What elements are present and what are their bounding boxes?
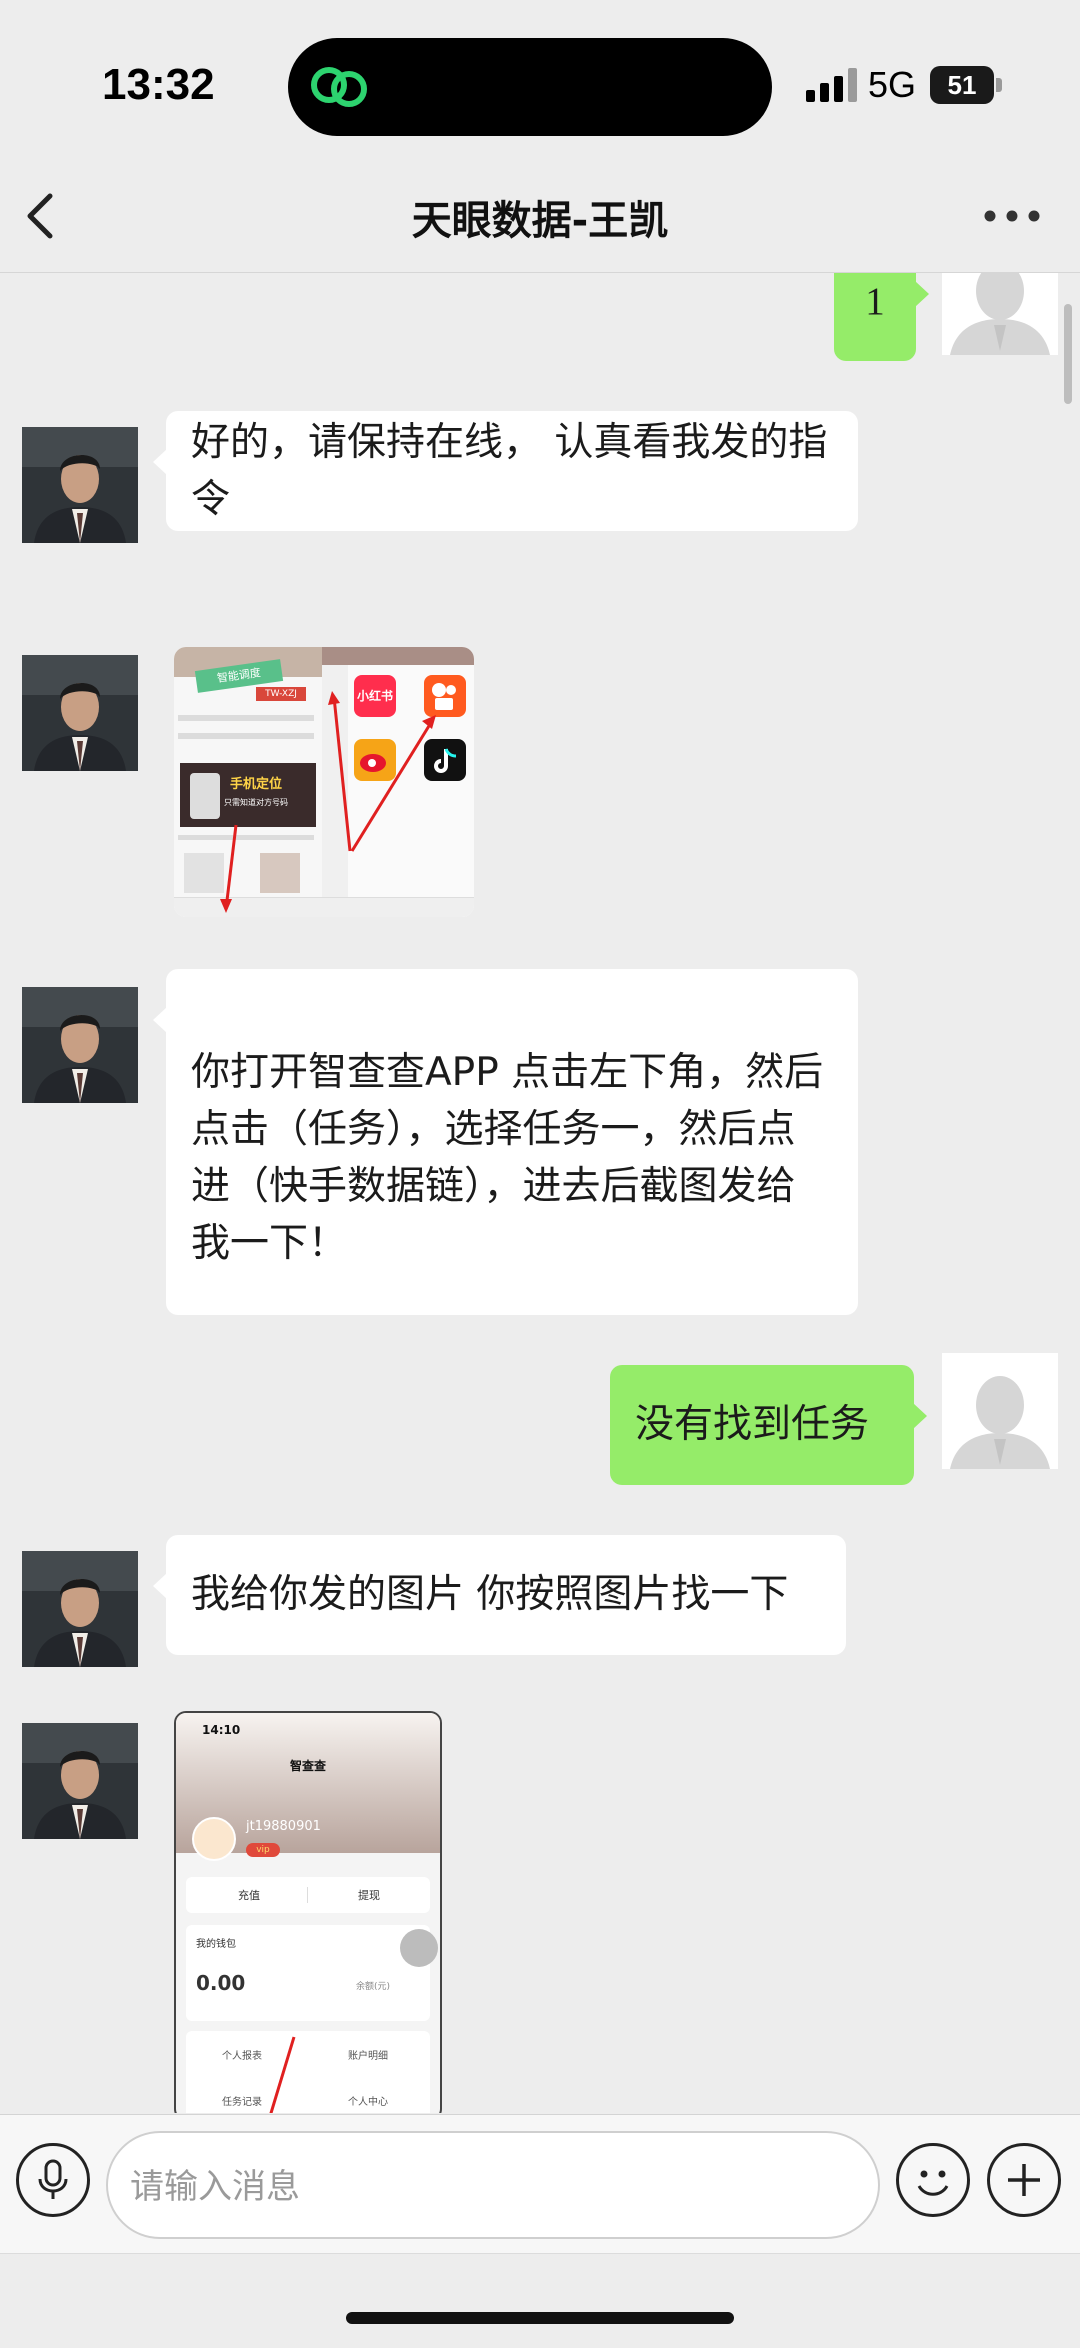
emoji-icon: [917, 2170, 949, 2196]
status-bar: 13:32 5G 51: [0, 0, 1080, 160]
image-message[interactable]: 智能调度 TW-XZJ 手机定位 只需知道对方号码 小红书: [174, 647, 474, 917]
message-text: 没有找到任务: [635, 1402, 870, 1447]
input-bar: 请输入消息: [0, 2114, 1080, 2254]
emoji-button[interactable]: [896, 2143, 970, 2217]
message-list[interactable]: 1 好的，请保持在线， 认真看我发的指令 智能调度 TW-XZJ 手机定位 只需…: [0, 273, 1080, 2113]
network-type: 5G: [868, 64, 917, 105]
image-right-panel: 小红书: [322, 647, 474, 917]
status-time: 13:32: [102, 60, 215, 109]
message-bubble-self[interactable]: 1: [834, 273, 929, 361]
message-text: 好的，请保持在线， 认真看我发的指令: [191, 420, 828, 522]
default-user-avatar[interactable]: [942, 1353, 1058, 1469]
battery-cap: [996, 78, 1002, 92]
plus-button[interactable]: [987, 2143, 1061, 2217]
island-app-icon: [311, 67, 367, 107]
message-bubble-self[interactable]: 没有找到任务: [610, 1365, 927, 1485]
message-input-placeholder: 请输入消息: [130, 2167, 300, 2207]
message-text: 1: [865, 280, 885, 323]
message-text: 你打开智查查APP 点击左下角，然后点击（任务），选择任务一，然后点进（快手数据…: [191, 1050, 824, 1266]
microphone-icon: [38, 2159, 68, 2199]
cellular-signal-icon: [806, 68, 857, 102]
message-bubble-contact[interactable]: 好的，请保持在线， 认真看我发的指令: [153, 411, 858, 531]
chat-title: 天眼数据-王凯: [411, 198, 669, 244]
message-input[interactable]: 请输入消息: [106, 2131, 880, 2239]
plus-icon: [1008, 2164, 1040, 2196]
contact-avatar[interactable]: [22, 987, 138, 1103]
contact-avatar[interactable]: [22, 1551, 138, 1667]
message-text: 我给你发的图片 你按照图片找一下: [191, 1572, 789, 1617]
image-message[interactable]: 14:10 智查查 jt19880901 vip 充值 提现 我的钱包 0.00…: [174, 1711, 442, 2113]
chat-header: 天眼数据-王凯: [0, 160, 1080, 273]
dynamic-island: [288, 38, 772, 136]
contact-avatar[interactable]: [22, 1723, 138, 1839]
message-bubble-contact[interactable]: 你打开智查查APP 点击左下角，然后点击（任务），选择任务一，然后点进（快手数据…: [153, 969, 858, 1315]
more-dots-icon[interactable]: [980, 188, 1044, 244]
image-left-panel: 智能调度 TW-XZJ 手机定位 只需知道对方号码: [174, 647, 322, 917]
contact-avatar[interactable]: [22, 427, 138, 543]
contact-avatar[interactable]: [22, 655, 138, 771]
scrollbar[interactable]: [1064, 304, 1072, 404]
voice-button[interactable]: [16, 2143, 90, 2217]
home-indicator[interactable]: [346, 2312, 734, 2324]
message-bubble-contact[interactable]: 我给你发的图片 你按照图片找一下: [153, 1535, 846, 1655]
battery-icon: 51: [930, 66, 994, 104]
default-user-avatar[interactable]: [942, 273, 1058, 355]
battery-level: 51: [947, 70, 977, 100]
